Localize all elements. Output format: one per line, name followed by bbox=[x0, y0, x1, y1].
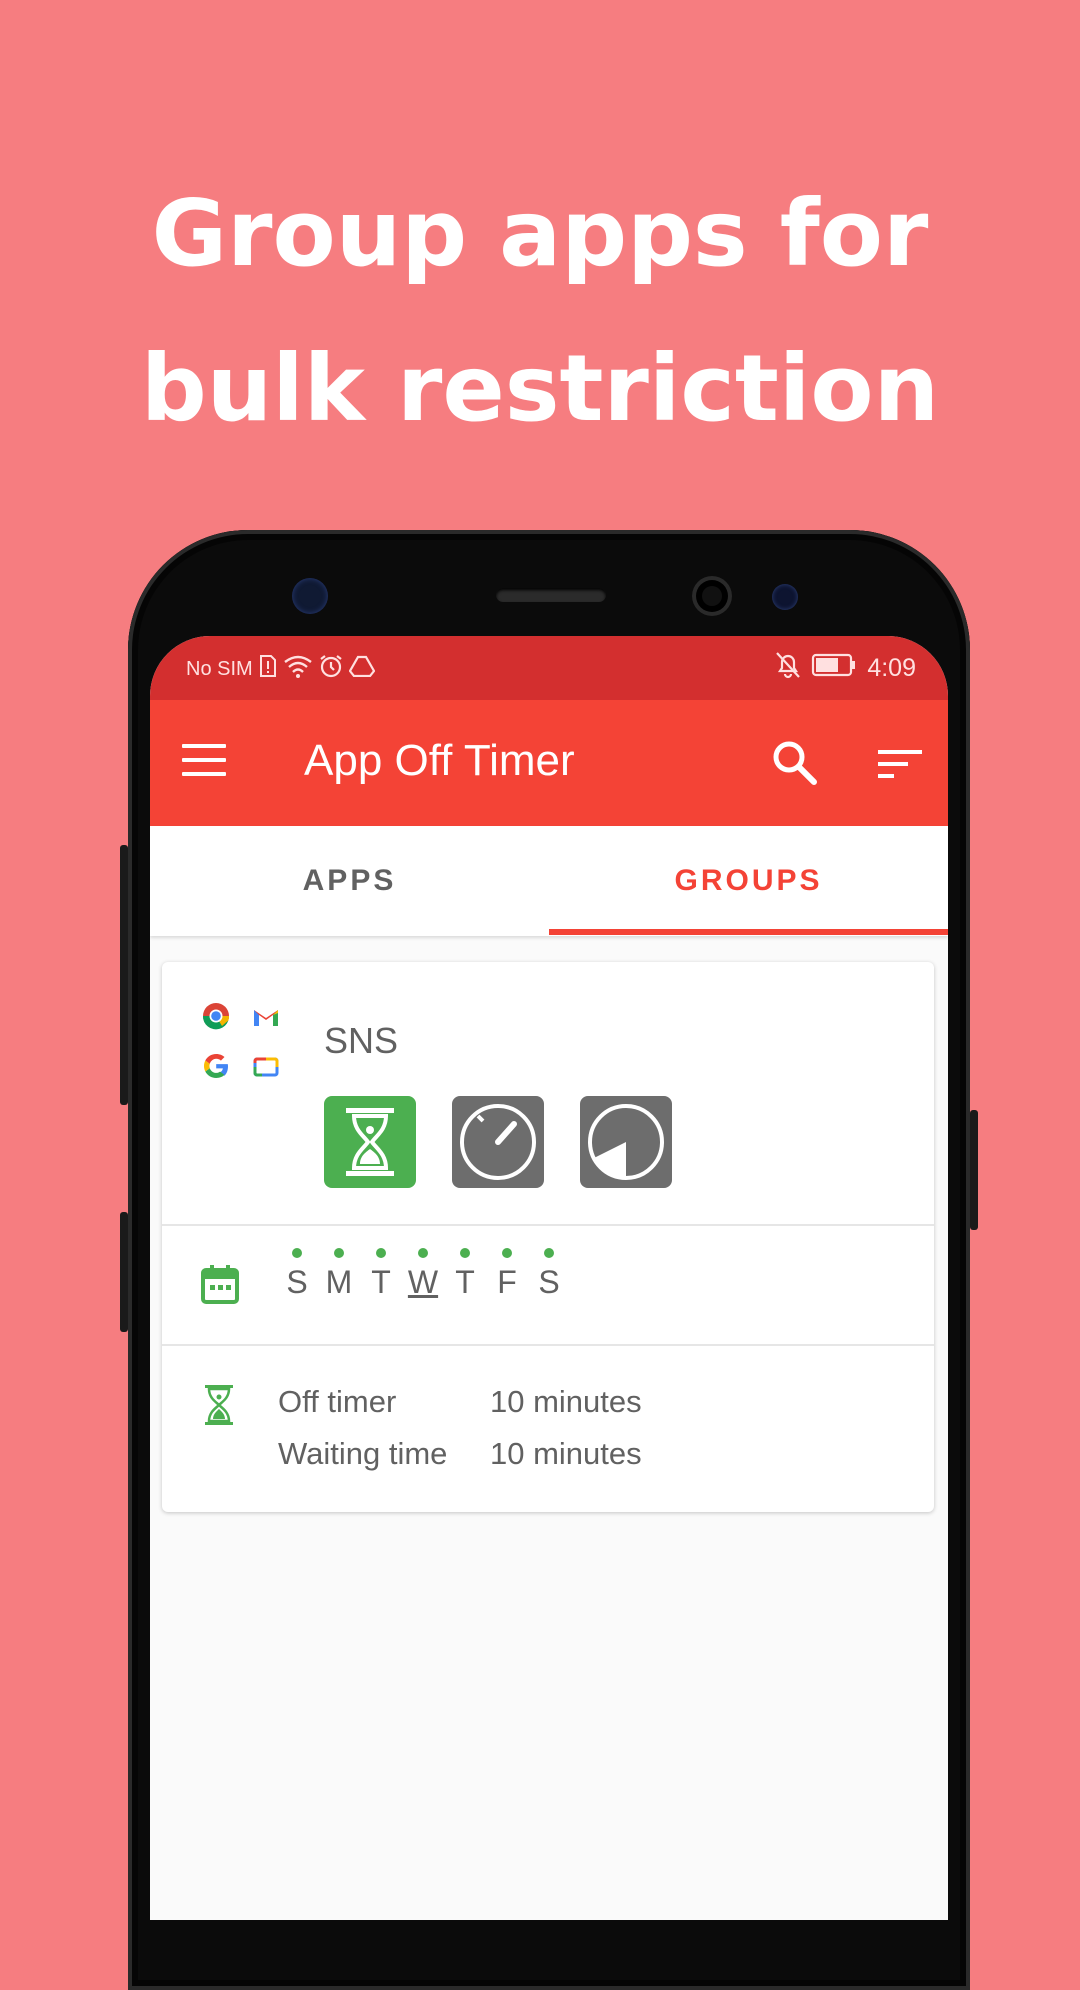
off-timer-value: 10 minutes bbox=[490, 1384, 642, 1419]
gmail-icon bbox=[254, 1010, 278, 1026]
pie-timer-mode-tile[interactable] bbox=[580, 1096, 672, 1188]
stopwatch-mode-tile[interactable] bbox=[452, 1096, 544, 1188]
waiting-time-label: Waiting time bbox=[278, 1436, 448, 1471]
iris-sensor bbox=[292, 578, 328, 614]
card-divider bbox=[162, 1224, 934, 1226]
group-app-icons bbox=[202, 1002, 282, 1082]
power-button bbox=[970, 1110, 978, 1230]
card-divider bbox=[162, 1344, 934, 1346]
off-timer-mode-tile[interactable] bbox=[324, 1096, 416, 1188]
tab-bar: APPS GROUPS bbox=[150, 826, 948, 936]
headline-line-1: Group apps for bbox=[151, 180, 929, 287]
menu-icon[interactable] bbox=[182, 744, 226, 780]
hourglass-small-icon bbox=[204, 1384, 234, 1426]
chrome-icon bbox=[202, 1003, 230, 1030]
pie-timer-icon bbox=[588, 1104, 664, 1180]
proximity-sensor bbox=[772, 584, 798, 610]
earpiece-speaker bbox=[496, 588, 606, 602]
wifi-icon bbox=[283, 654, 313, 684]
tab-apps[interactable]: APPS bbox=[150, 826, 549, 936]
weekday-selector: S M T W T F S bbox=[276, 1248, 570, 1301]
app-bar: App Off Timer bbox=[150, 700, 948, 826]
front-camera bbox=[692, 576, 732, 616]
day-tuesday[interactable]: T bbox=[360, 1248, 402, 1301]
phone-screen: No SIM 4:09 App Off Timer APPS GROUPS SN… bbox=[150, 636, 948, 1920]
alarm-icon bbox=[319, 654, 343, 684]
day-monday[interactable]: M bbox=[318, 1248, 360, 1301]
bixby-button bbox=[120, 1212, 128, 1332]
search-icon[interactable] bbox=[770, 738, 818, 786]
day-sunday[interactable]: S bbox=[276, 1248, 318, 1301]
group-card[interactable]: SNS S M T W T F S Off timer 10 minutes W… bbox=[162, 962, 934, 1512]
sim-alert-icon bbox=[259, 654, 277, 684]
google-icon bbox=[204, 1054, 228, 1078]
google-tv-icon bbox=[253, 1057, 279, 1077]
tab-groups[interactable]: GROUPS bbox=[549, 826, 948, 936]
carrier-text: No SIM bbox=[186, 657, 253, 680]
notifications-off-icon bbox=[775, 651, 801, 686]
day-friday[interactable]: F bbox=[486, 1248, 528, 1301]
waiting-time-value: 10 minutes bbox=[490, 1436, 642, 1471]
day-thursday[interactable]: T bbox=[444, 1248, 486, 1301]
day-saturday[interactable]: S bbox=[528, 1248, 570, 1301]
day-wednesday[interactable]: W bbox=[402, 1248, 444, 1301]
calendar-icon bbox=[200, 1264, 240, 1304]
stopwatch-icon bbox=[460, 1104, 536, 1180]
headline-line-2: bulk restriction bbox=[140, 335, 940, 442]
sort-icon[interactable] bbox=[878, 748, 922, 780]
app-title: App Off Timer bbox=[304, 736, 575, 785]
clock-text: 4:09 bbox=[867, 654, 916, 682]
volume-button bbox=[120, 845, 128, 1105]
group-name: SNS bbox=[324, 1020, 399, 1061]
drive-icon bbox=[348, 655, 376, 683]
hourglass-icon bbox=[346, 1108, 394, 1176]
off-timer-label: Off timer bbox=[278, 1384, 397, 1419]
battery-icon bbox=[811, 653, 857, 684]
status-bar: No SIM 4:09 bbox=[150, 636, 948, 700]
tab-indicator bbox=[549, 929, 948, 935]
